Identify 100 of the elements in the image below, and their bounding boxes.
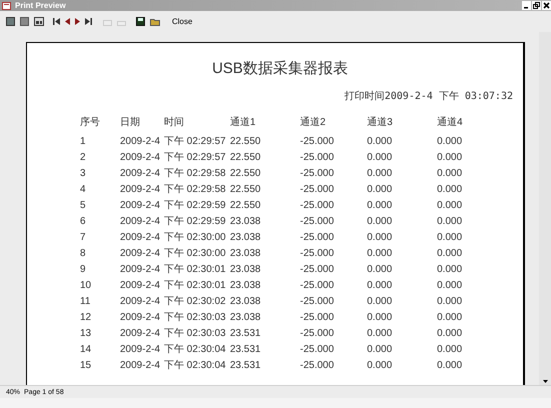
table-cell-text: 0.000	[367, 201, 394, 211]
table-cell-text: 下午 02:30:03	[164, 313, 227, 323]
table-cell-text: -25.000	[300, 153, 335, 163]
last-page-icon[interactable]	[85, 18, 92, 25]
table-cell-text: -25.000	[300, 249, 335, 259]
table-cell-text: 3	[80, 169, 87, 179]
table-cell-text: 22.550	[230, 153, 262, 163]
table-cell-text: 2009-2-4	[120, 345, 162, 355]
table-cell-text: 下午 02:30:03	[164, 329, 227, 339]
table-cell-text: 2009-2-4	[120, 137, 162, 147]
table-cell-text: 下午 02:30:01	[164, 281, 227, 291]
table-cell-text: 23.038	[230, 297, 262, 307]
table-cell-text: 0.000	[437, 249, 464, 259]
table-cell-text: 22.550	[230, 201, 262, 211]
table-cell-text: 0.000	[367, 313, 394, 323]
table-cell-text: 9	[80, 265, 87, 275]
table-cell-text: 12	[80, 313, 92, 323]
table-cell-text: 1	[80, 137, 87, 147]
table-cell-text: -25.000	[300, 217, 335, 227]
table-cell-text: 15	[80, 361, 92, 371]
table-cell-text: 0.000	[367, 281, 394, 291]
table-cell-text: 2009-2-4	[120, 361, 162, 371]
table-cell-text: 0.000	[367, 361, 394, 371]
table-cell-text: 0.000	[437, 169, 464, 179]
table-cell-text: 10	[80, 281, 92, 291]
table-cell-text: 2009-2-4	[120, 185, 162, 195]
first-page-icon[interactable]	[53, 18, 60, 25]
minimize-icon[interactable]	[522, 1, 531, 10]
table-cell-text: 0.000	[437, 217, 464, 227]
table-cell-text: 0.000	[437, 153, 464, 163]
table-cell-text: 下午 02:29:57	[164, 153, 227, 163]
table-cell-text: 2009-2-4	[120, 329, 162, 339]
table-cell-text: -25.000	[300, 345, 335, 355]
table-cell-text: 23.038	[230, 249, 262, 259]
table-cell-text: 23.038	[230, 233, 262, 243]
table-cell-text: 2	[80, 153, 87, 163]
table-cell-text: 23.038	[230, 313, 262, 323]
table-cell-text: 下午 02:30:04	[164, 361, 227, 371]
column-header: 通道4	[437, 118, 464, 128]
multi-page-icon[interactable]	[34, 17, 44, 26]
table-cell-text: 0.000	[367, 137, 394, 147]
column-header: 序号	[80, 118, 101, 128]
table-cell-text: 下午 02:29:59	[164, 217, 227, 227]
table-cell-text: 0.000	[437, 233, 464, 243]
column-header: 时间	[164, 118, 185, 128]
table-cell-text: 0.000	[437, 345, 464, 355]
table-cell-text: 2009-2-4	[120, 313, 162, 323]
table-cell-text: 下午 02:30:01	[164, 265, 227, 275]
window-title: Print Preview	[15, 2, 66, 10]
table-cell-text: -25.000	[300, 297, 335, 307]
restore-icon[interactable]	[532, 1, 541, 10]
table-cell-text: 下午 02:30:02	[164, 297, 227, 307]
table-cell-text: 0.000	[367, 233, 394, 243]
table-cell-text: 2009-2-4	[120, 153, 162, 163]
table-cell-text: 0.000	[437, 361, 464, 371]
table-cell-text: 2009-2-4	[120, 217, 162, 227]
column-header: 日期	[120, 118, 141, 128]
table-cell-text: 8	[80, 249, 87, 259]
table-cell-text: 22.550	[230, 169, 262, 179]
table-cell-text: 0.000	[367, 185, 394, 195]
table-cell-text: 0.000	[367, 297, 394, 307]
save-icon[interactable]	[136, 17, 145, 26]
table-cell-text: 0.000	[367, 217, 394, 227]
table-cell-text: 7	[80, 233, 87, 243]
table-cell-text: 2009-2-4	[120, 249, 162, 259]
next-page-icon[interactable]	[75, 18, 80, 25]
table-cell-text: 下午 02:29:58	[164, 169, 227, 179]
page-view-icon[interactable]	[6, 17, 15, 26]
table-cell-text: 23.038	[230, 217, 262, 227]
previous-page-icon[interactable]	[65, 18, 70, 25]
table-cell-text: 2009-2-4	[120, 233, 162, 243]
table-cell-text: 2009-2-4	[120, 281, 162, 291]
table-cell-text: -25.000	[300, 185, 335, 195]
table-cell-text: 22.550	[230, 137, 262, 147]
close-icon[interactable]	[542, 1, 551, 10]
table-cell-text: 0.000	[437, 137, 464, 147]
table-cell-text: 23.038	[230, 265, 262, 275]
table-cell-text: 下午 02:29:58	[164, 185, 227, 195]
table-cell-text: 11	[80, 297, 92, 307]
table-cell-text: 0.000	[437, 265, 464, 275]
window-icon	[2, 2, 11, 10]
table-cell-text: 23.531	[230, 361, 262, 371]
table-cell-text: -25.000	[300, 137, 335, 147]
table-cell-text: -25.000	[300, 265, 335, 275]
table-cell-text: 4	[80, 185, 87, 195]
table-cell-text: 2009-2-4	[120, 169, 162, 179]
table-cell-text: 0.000	[437, 297, 464, 307]
table-cell-text: 13	[80, 329, 92, 339]
report-title: USB数据采集器报表	[211, 61, 349, 76]
close-button[interactable]: Close	[170, 18, 194, 26]
scroll-down-icon[interactable]	[542, 380, 548, 383]
table-cell-text: 下午 02:29:59	[164, 201, 227, 211]
folder-icon[interactable]	[150, 17, 160, 26]
column-header: 通道1	[230, 118, 257, 128]
table-cell-text: 23.038	[230, 281, 262, 291]
table-cell-text: 下午 02:30:00	[164, 233, 227, 243]
table-cell-text: 6	[80, 217, 87, 227]
table-cell-text: 0.000	[367, 345, 394, 355]
table-cell-text: 5	[80, 201, 87, 211]
vertical-scrollbar[interactable]	[539, 32, 551, 385]
